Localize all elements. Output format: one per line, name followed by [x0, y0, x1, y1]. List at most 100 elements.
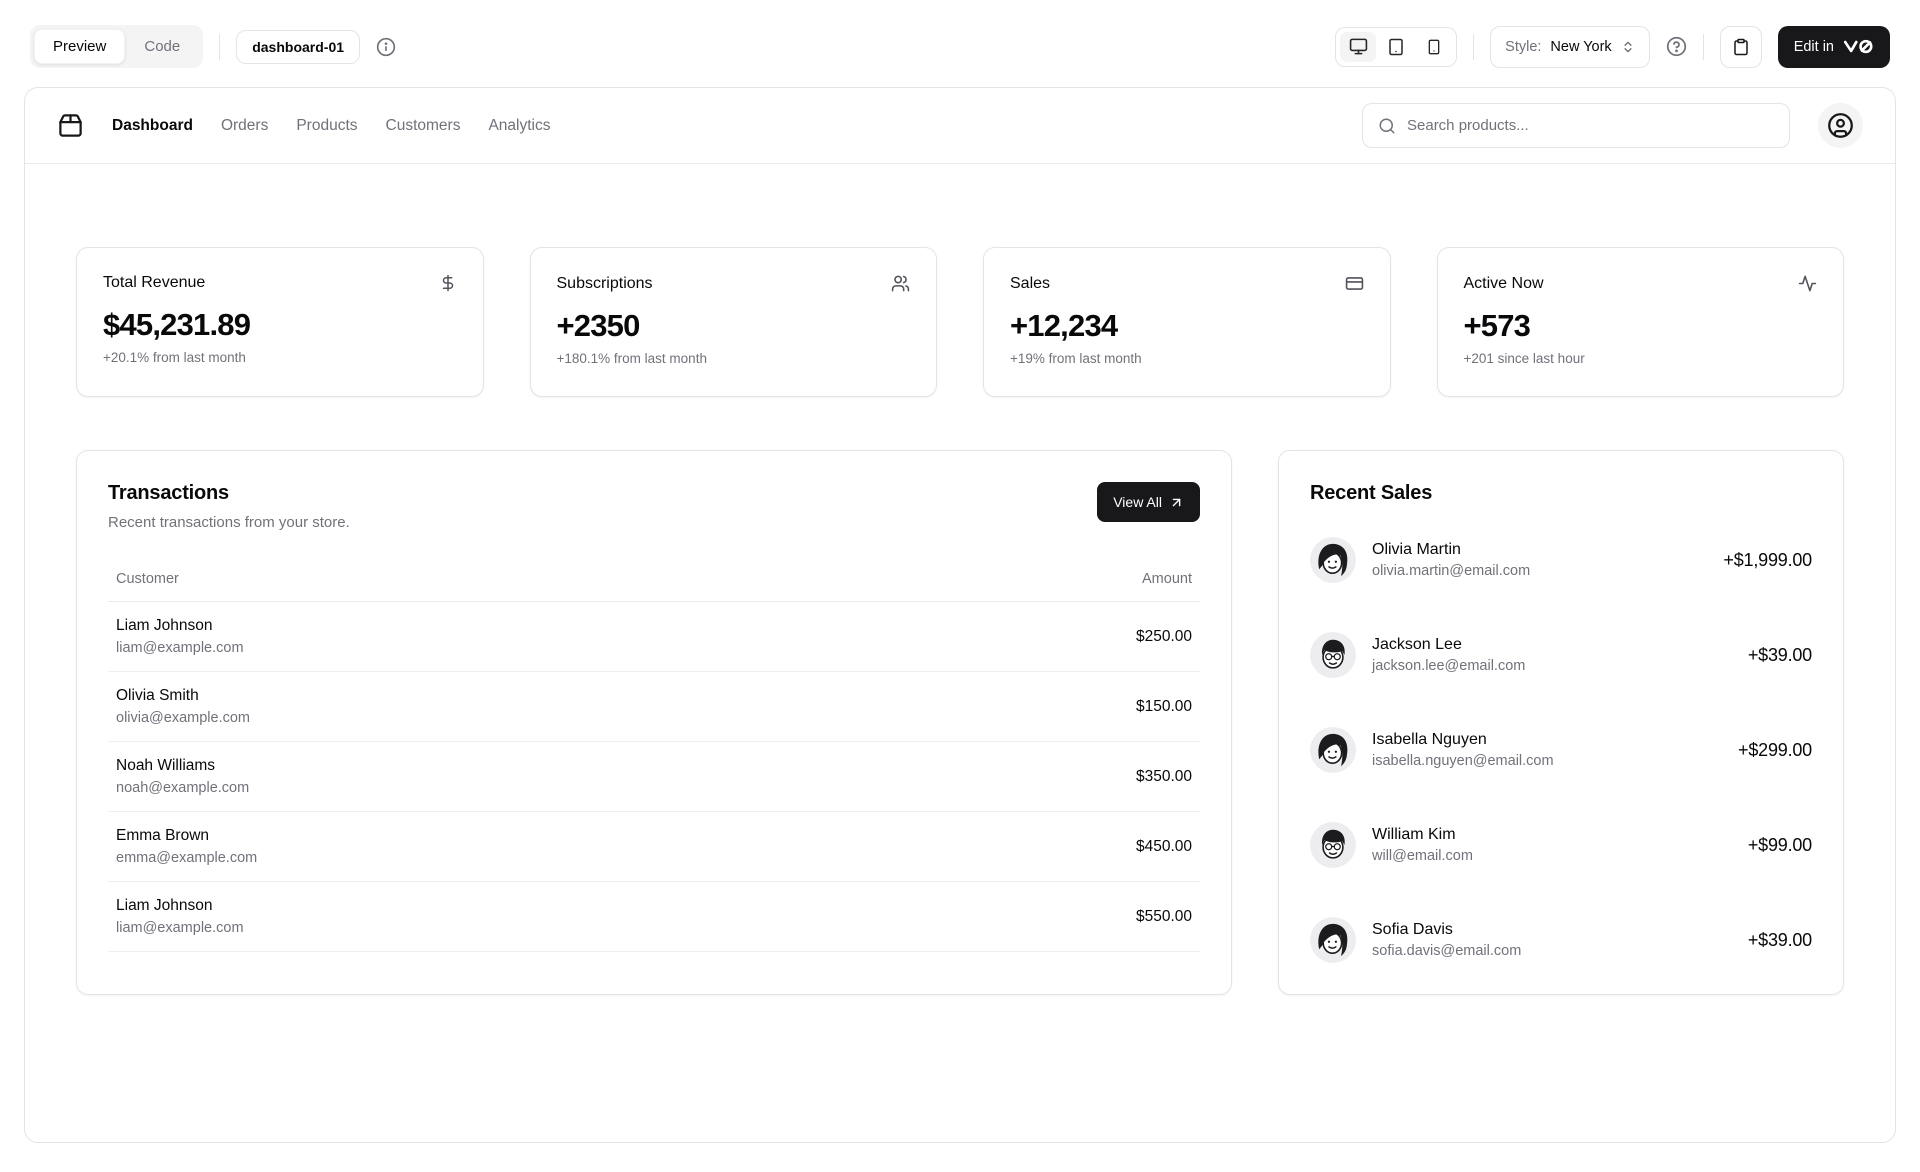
- dashboard-nav: Dashboard Orders Products Customers Anal…: [25, 88, 1895, 164]
- recent-sales-panel: Recent Sales Olivia Martin olivia.martin…: [1278, 450, 1844, 995]
- sale-amount: +$39.00: [1748, 930, 1812, 951]
- stat-card-value: +573: [1464, 308, 1818, 344]
- customer-name: Liam Johnson: [116, 897, 244, 915]
- list-item[interactable]: Isabella Nguyen isabella.nguyen@email.co…: [1310, 727, 1812, 773]
- help-circle-icon: [1666, 36, 1687, 57]
- nav-link[interactable]: Customers: [386, 117, 461, 135]
- edit-in-v0-label: Edit in: [1794, 39, 1834, 55]
- stat-card-change: +180.1% from last month: [557, 351, 911, 366]
- list-item[interactable]: Sofia Davis sofia.davis@email.com +$39.0…: [1310, 917, 1812, 963]
- transaction-amount: $350.00: [1136, 768, 1192, 786]
- transactions-title: Transactions: [108, 482, 350, 505]
- monitor-icon: [1349, 37, 1368, 56]
- avatar: [1310, 727, 1356, 773]
- avatar: [1310, 917, 1356, 963]
- transactions-table-header: Customer Amount: [108, 561, 1200, 602]
- desktop-view-button[interactable]: [1340, 32, 1376, 62]
- customer-name: Liam Johnson: [116, 617, 244, 635]
- transaction-amount: $250.00: [1136, 628, 1192, 646]
- view-all-label: View All: [1113, 494, 1162, 510]
- sale-customer-email: will@email.com: [1372, 848, 1473, 864]
- customer-email: emma@example.com: [116, 850, 257, 866]
- stat-card-change: +19% from last month: [1010, 351, 1364, 366]
- product-search: [1362, 103, 1790, 148]
- avatar: [1310, 632, 1356, 678]
- sale-customer-name: Olivia Martin: [1372, 541, 1530, 559]
- transaction-amount: $450.00: [1136, 838, 1192, 856]
- nav-link[interactable]: Analytics: [488, 117, 550, 135]
- customer-name: Noah Williams: [116, 757, 249, 775]
- block-name-badge: dashboard-01: [236, 30, 360, 64]
- sale-amount: +$299.00: [1738, 740, 1812, 761]
- tablet-icon: [1387, 38, 1405, 56]
- search-input[interactable]: [1407, 117, 1774, 134]
- style-select[interactable]: Style: New York: [1490, 26, 1650, 68]
- table-row[interactable]: Noah Williams noah@example.com $350.00: [108, 742, 1200, 812]
- sale-customer-email: sofia.davis@email.com: [1372, 943, 1521, 959]
- list-item[interactable]: Olivia Martin olivia.martin@email.com +$…: [1310, 537, 1812, 583]
- user-menu-button[interactable]: [1818, 103, 1863, 148]
- stat-card: Sales +12,234 +19% from last month: [983, 247, 1391, 397]
- customer-name: Olivia Smith: [116, 687, 250, 705]
- smartphone-icon: [1426, 39, 1442, 55]
- transaction-amount: $150.00: [1136, 698, 1192, 716]
- top-toolbar: Preview Code dashboard-01: [0, 0, 1920, 87]
- help-button[interactable]: [1666, 36, 1687, 57]
- transaction-amount: $550.00: [1136, 908, 1192, 926]
- view-all-button[interactable]: View All: [1097, 482, 1200, 522]
- view-mode-tab[interactable]: Code: [125, 29, 199, 64]
- stat-card-value: $45,231.89: [103, 307, 457, 343]
- sale-customer-name: Isabella Nguyen: [1372, 731, 1554, 749]
- toolbar-left: Preview Code dashboard-01: [30, 25, 396, 68]
- stat-card-title: Total Revenue: [103, 274, 205, 292]
- package-icon[interactable]: [57, 112, 84, 139]
- sale-customer-name: William Kim: [1372, 826, 1473, 844]
- sale-customer-name: Sofia Davis: [1372, 921, 1521, 939]
- table-row[interactable]: Liam Johnson liam@example.com $250.00: [108, 602, 1200, 672]
- preview-code-switcher: Preview Code: [30, 25, 203, 68]
- nav-link[interactable]: Dashboard: [112, 117, 193, 135]
- table-row[interactable]: Emma Brown emma@example.com $450.00: [108, 812, 1200, 882]
- stat-card: Active Now +573 +201 since last hour: [1437, 247, 1845, 397]
- stat-card: Total Revenue $45,231.89 +20.1% from las…: [76, 247, 484, 397]
- customer-email: liam@example.com: [116, 640, 244, 656]
- toolbar-separator: [1703, 34, 1704, 60]
- info-icon[interactable]: [376, 37, 396, 57]
- stat-card-icon: [1798, 274, 1817, 293]
- customer-email: olivia@example.com: [116, 710, 250, 726]
- nav-link[interactable]: Products: [296, 117, 357, 135]
- list-item[interactable]: Jackson Lee jackson.lee@email.com +$39.0…: [1310, 632, 1812, 678]
- page: Preview Code dashboard-01: [0, 0, 1920, 1172]
- bottom-grid: Transactions Recent transactions from yo…: [76, 450, 1844, 995]
- avatar: [1310, 822, 1356, 868]
- stat-card: Subscriptions +2350 +180.1% from last mo…: [530, 247, 938, 397]
- search-icon: [1378, 117, 1396, 135]
- mobile-view-button[interactable]: [1416, 32, 1452, 62]
- clipboard-icon: [1732, 38, 1750, 56]
- stat-card-icon: [891, 274, 910, 293]
- arrow-up-right-icon: [1169, 495, 1184, 510]
- view-mode-tab[interactable]: Preview: [34, 29, 125, 64]
- nav-link[interactable]: Orders: [221, 117, 268, 135]
- device-preview-switcher: [1335, 27, 1457, 67]
- table-row[interactable]: Liam Johnson liam@example.com $550.00: [108, 882, 1200, 952]
- chevrons-up-down-icon: [1621, 40, 1635, 54]
- stat-card-value: +12,234: [1010, 308, 1364, 344]
- avatar: [1310, 537, 1356, 583]
- edit-in-v0-button[interactable]: Edit in: [1778, 26, 1890, 68]
- stat-card-title: Active Now: [1464, 275, 1544, 293]
- tablet-view-button[interactable]: [1378, 32, 1414, 62]
- stat-card-title: Subscriptions: [557, 275, 653, 293]
- transactions-panel: Transactions Recent transactions from yo…: [76, 450, 1232, 995]
- style-select-label: Style:: [1505, 39, 1541, 55]
- table-row[interactable]: Olivia Smith olivia@example.com $150.00: [108, 672, 1200, 742]
- recent-sales-list: Olivia Martin olivia.martin@email.com +$…: [1310, 537, 1812, 963]
- recent-sales-title: Recent Sales: [1310, 482, 1812, 505]
- list-item[interactable]: William Kim will@email.com +$99.00: [1310, 822, 1812, 868]
- transactions-table: Customer Amount Liam Johnson liam@exampl…: [108, 561, 1200, 952]
- stat-card-title: Sales: [1010, 275, 1050, 293]
- stat-card-change: +20.1% from last month: [103, 350, 457, 365]
- stat-card-icon: [439, 274, 457, 292]
- copy-code-button[interactable]: [1720, 26, 1762, 68]
- dashboard-main: Total Revenue $45,231.89 +20.1% from las…: [25, 164, 1895, 995]
